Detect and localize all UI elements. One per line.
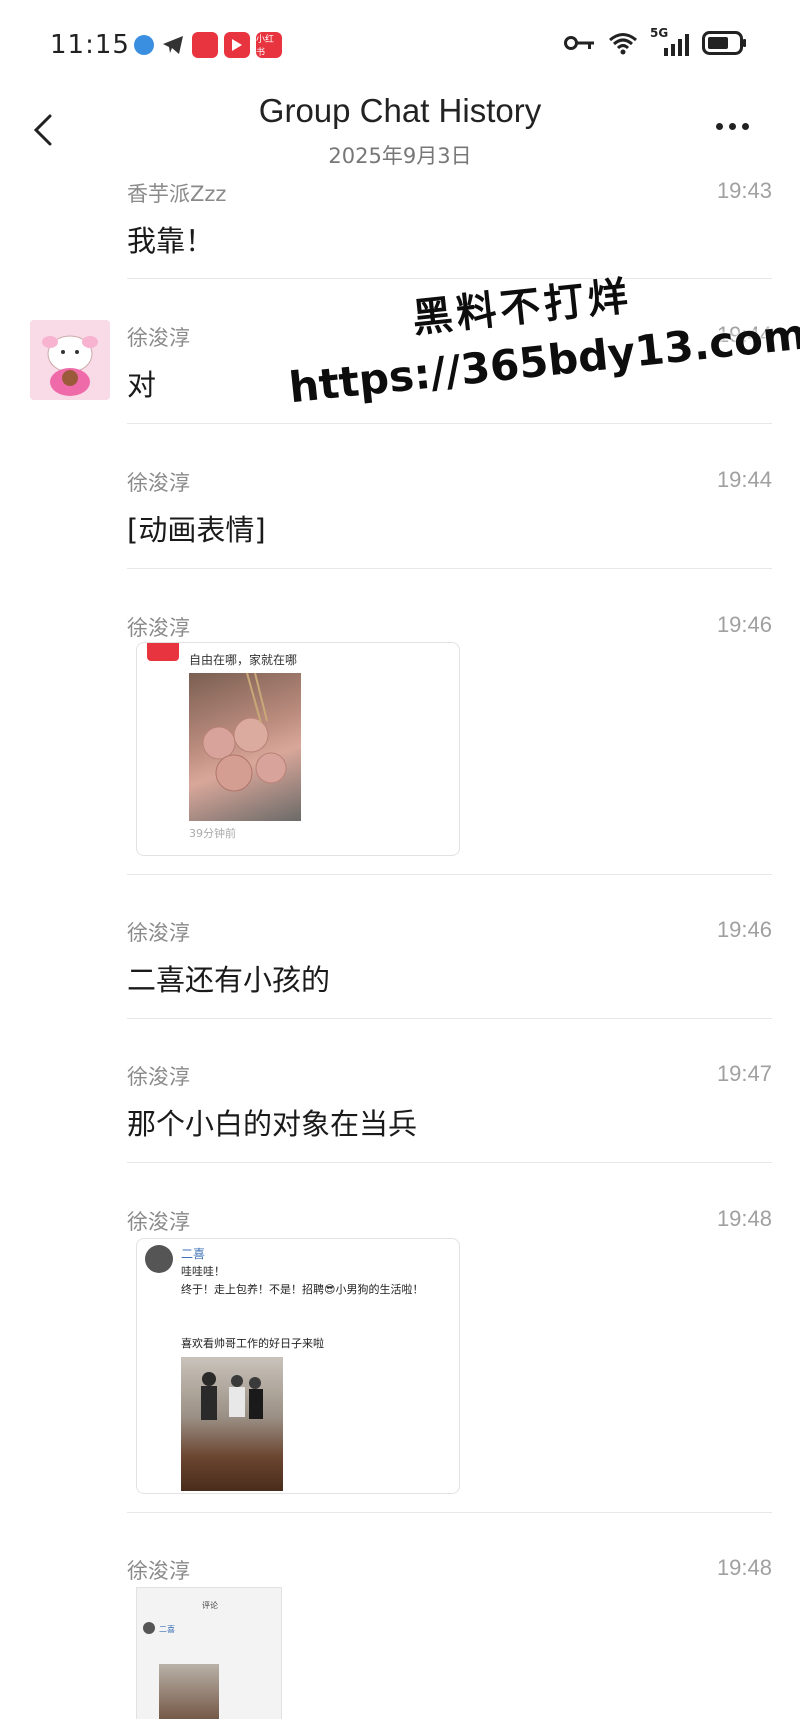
bluebird-icon [134, 35, 154, 55]
message-sender: 徐浚淳 [127, 1065, 190, 1089]
app-badge-icon [147, 643, 179, 661]
post-image [189, 672, 301, 821]
author-avatar [145, 1245, 173, 1273]
telegram-icon [160, 32, 186, 58]
shared-post-card[interactable]: 二喜 哇哇哇！ 终于！走上包养！不是！招聘😎小男狗的生活啦！ 喜欢看帅哥工作的好… [136, 1238, 460, 1494]
post-line: 终于！走上包养！不是！招聘😎小男狗的生活啦！ [181, 1283, 424, 1296]
post-line: 喜欢看帅哥工作的好日子来啦 [181, 1337, 324, 1350]
message-time: 19:48 [716, 1206, 772, 1231]
message-sender: 徐浚淳 [127, 1559, 190, 1583]
message-text: 那个小白的对象在当兵 [127, 1107, 418, 1141]
message-time: 19:46 [716, 917, 772, 942]
message-item: 徐浚淳 19:44 [动画表情] [0, 467, 800, 567]
message-time: 19:48 [716, 1555, 772, 1580]
divider [127, 568, 772, 569]
post-image [181, 1357, 283, 1491]
post-caption: 自由在哪，家就在哪 [189, 653, 298, 667]
message-sender: 徐浚淳 [127, 616, 190, 640]
message-time: 19:47 [716, 1061, 772, 1086]
battery-icon [702, 31, 746, 55]
video-app-icon [224, 32, 250, 58]
thumb-author: 二喜 [159, 1625, 175, 1634]
more-options-button[interactable] [716, 116, 760, 136]
history-date: 2025年9月3日 [328, 144, 472, 168]
message-item: 徐浚淳 19:48 二喜 哇哇哇！ 终于！走上包养！不是！招聘😎小男狗的生活啦！… [0, 1206, 800, 1506]
message-text: 二喜还有小孩的 [127, 963, 331, 997]
screenshot-thumbnail[interactable]: 评论 二喜 [136, 1587, 282, 1719]
message-text: 我靠！ [127, 224, 215, 258]
divider [127, 1162, 772, 1163]
status-bar: 11:15 小红书 5G [0, 0, 800, 90]
message-sender: 香芋派Zzz [127, 182, 227, 206]
divider [127, 874, 772, 875]
chat-history-header: Group Chat History 2025年9月3日 [0, 90, 800, 170]
rose-bouquet-icon [202, 672, 287, 792]
notification-icons: 小红书 [134, 32, 282, 58]
page-title: Group Chat History [258, 92, 542, 129]
message-time: 19:43 [716, 178, 772, 203]
signal-icon [664, 34, 689, 56]
post-author: 二喜 [181, 1247, 206, 1261]
post-footer: 39分钟前 [189, 827, 236, 840]
message-sender: 徐浚淳 [127, 1210, 190, 1234]
xiaohongshu-icon: 小红书 [256, 32, 282, 58]
message-text: 对 [127, 368, 157, 402]
message-sender: 徐浚淳 [127, 921, 190, 945]
thumb-image [159, 1664, 219, 1719]
dot-icon [742, 122, 749, 130]
system-status: 5G [564, 26, 748, 56]
message-text: [动画表情] [127, 513, 266, 547]
shared-post-card[interactable]: 自由在哪，家就在哪 39分钟前 [136, 642, 460, 856]
redbook-app-icon [192, 32, 218, 58]
divider [127, 1018, 772, 1019]
message-sender: 徐浚淳 [127, 471, 190, 495]
people-photo-icon [201, 1372, 263, 1420]
thumb-header: 评论 [202, 1601, 218, 1610]
message-time: 19:44 [716, 467, 772, 492]
cellular-signal: 5G [650, 26, 690, 56]
message-item: 徐浚淳 19:46 二喜还有小孩的 [0, 917, 800, 1017]
message-item: 徐浚淳 19:48 评论 二喜 [0, 1555, 800, 1719]
message-time: 19:46 [716, 612, 772, 637]
key-icon [564, 36, 594, 50]
post-line: 哇哇哇！ [181, 1265, 225, 1278]
wifi-icon [609, 33, 637, 55]
dot-icon [729, 122, 736, 130]
message-item: 徐浚淳 19:46 自由在哪，家就在哪 39分钟前 [0, 612, 800, 872]
message-sender: 徐浚淳 [127, 326, 190, 350]
message-item: 徐浚淳 19:47 那个小白的对象在当兵 [0, 1061, 800, 1161]
divider [127, 1512, 772, 1513]
divider [127, 423, 772, 424]
status-time: 11:15 [50, 30, 130, 60]
thumb-avatar [143, 1622, 155, 1634]
dot-icon [716, 122, 723, 130]
